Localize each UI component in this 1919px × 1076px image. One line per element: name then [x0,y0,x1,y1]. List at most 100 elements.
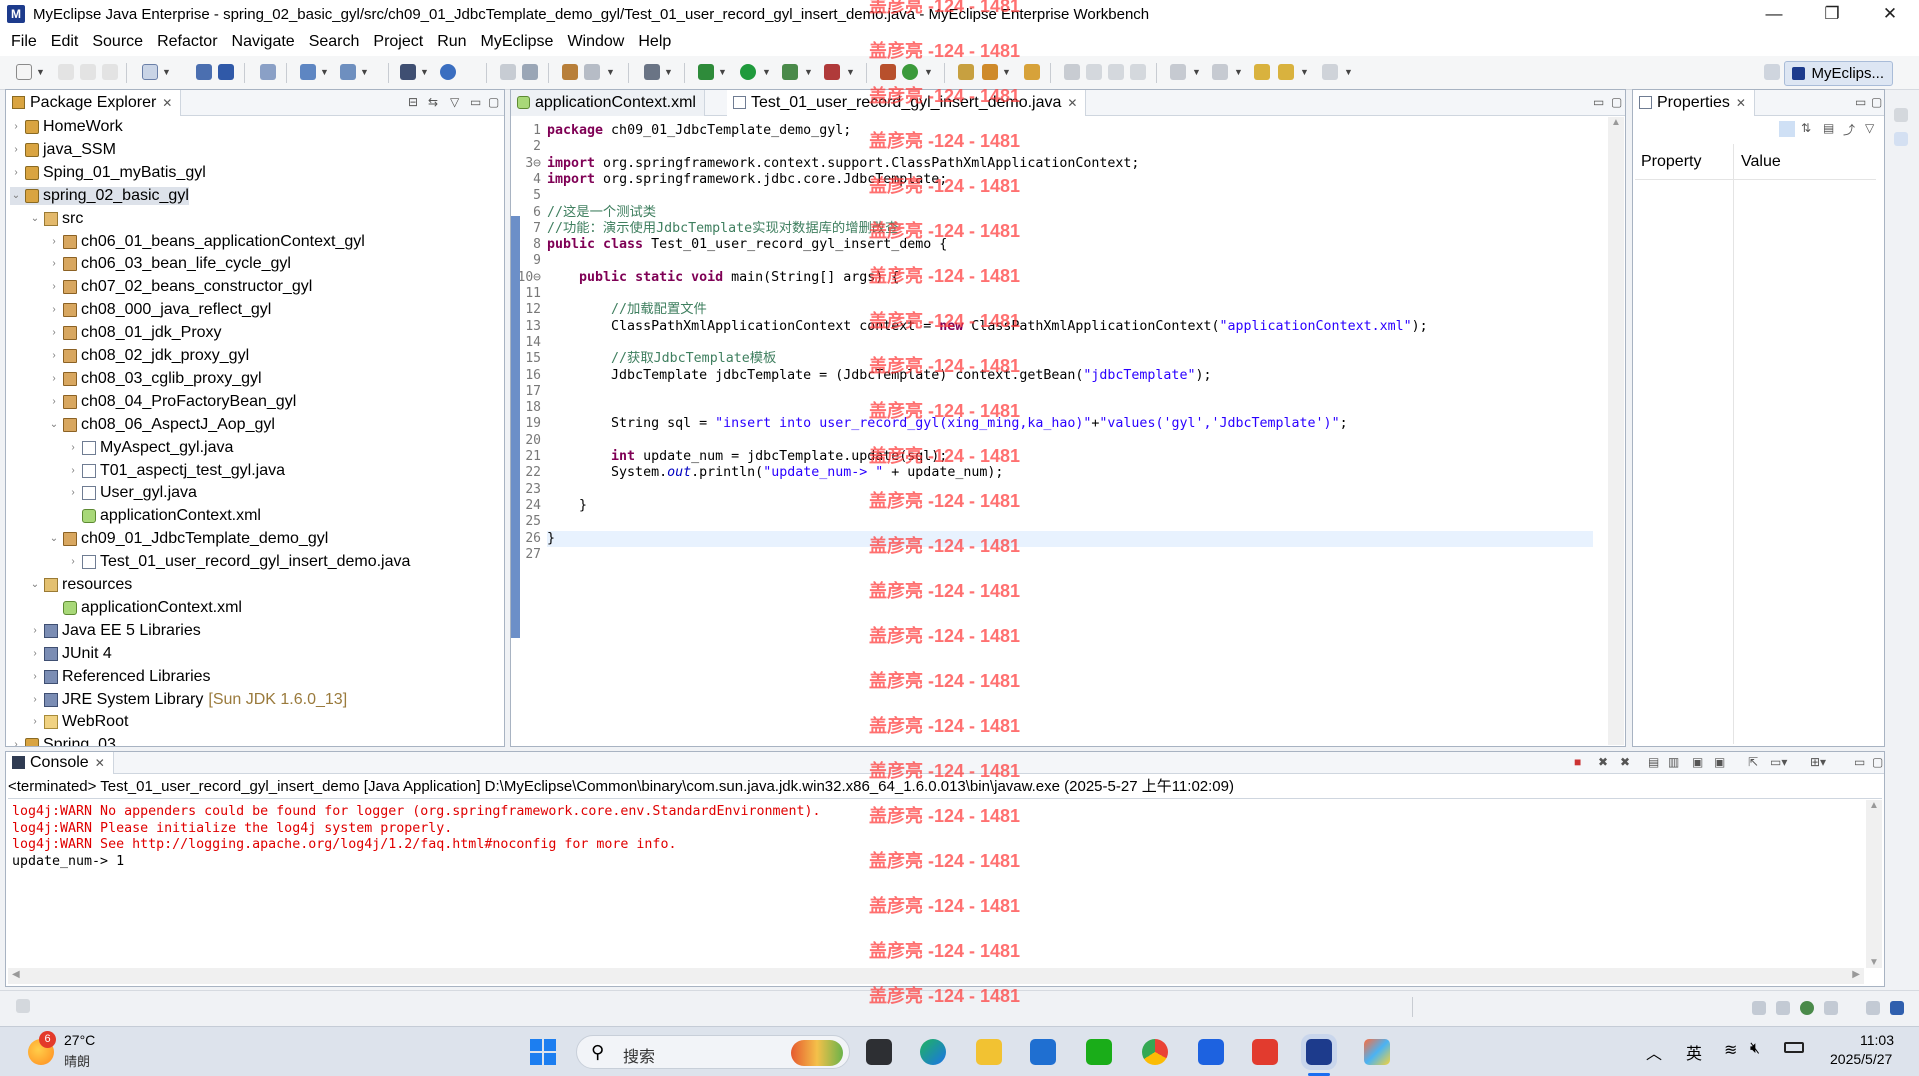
forward-icon[interactable] [1322,64,1338,80]
tree-item[interactable]: ⌄ spring_02_basic_gyl [10,186,189,205]
close-icon[interactable]: ✕ [95,756,105,770]
expand-toggle-icon[interactable]: › [29,622,41,640]
tree-item[interactable]: › ch07_02_beans_constructor_gyl [48,278,312,296]
expand-toggle-icon[interactable]: ⌄ [48,530,60,548]
categories-icon[interactable] [1779,121,1795,137]
microsoft-store-icon[interactable] [1030,1039,1056,1065]
expand-toggle-icon[interactable]: › [48,393,60,411]
expand-toggle-icon[interactable]: › [29,691,41,709]
outline-icon[interactable] [1894,132,1908,146]
editor-vertical-scrollbar[interactable]: ▲ [1608,117,1624,745]
properties-dropdown-icon[interactable]: ▼ [606,67,615,77]
new-icon[interactable] [16,64,32,80]
back-icon[interactable] [1278,64,1294,80]
print-icon[interactable] [102,64,118,80]
display-console-icon[interactable]: ▭▾ [1770,755,1787,769]
tree-item[interactable]: › ch08_02_jdk_proxy_gyl [48,347,249,365]
tree-item[interactable]: › WebRoot [29,713,128,731]
expand-toggle-icon[interactable]: › [48,255,60,273]
tree-item[interactable]: ⌄ src [29,210,84,228]
restore-icon[interactable] [1894,108,1908,122]
run-icon[interactable] [740,64,756,80]
menu-search[interactable]: Search [302,33,367,51]
tree-item[interactable]: › MyAspect_gyl.java [67,439,233,457]
status-tool-5-icon[interactable] [1866,1001,1880,1015]
debug-icon[interactable] [698,64,714,80]
menu-file[interactable]: File [4,33,44,51]
show-hidden-icons-icon[interactable]: ︿ [1646,1040,1662,1064]
maximize-view-icon[interactable]: ▢ [1871,95,1882,109]
tab-applicationcontext-xml[interactable]: applicationContext.xml [511,90,705,116]
save-icon[interactable] [58,64,74,80]
code-line[interactable]: //获取JdbcTemplate模板 [547,351,776,367]
chrome-icon[interactable] [1142,1039,1168,1065]
connect-icon[interactable] [400,64,416,80]
show-stderr-icon[interactable]: ▣ [1714,755,1725,769]
new-dropdown-icon[interactable]: ▼ [36,67,45,77]
deploy-icon[interactable] [300,64,316,80]
status-tool-2-icon[interactable] [1776,1001,1790,1015]
task-view-icon[interactable] [866,1039,892,1065]
block-select-icon[interactable] [1108,64,1124,80]
menu-source[interactable]: Source [85,33,150,51]
coverage-icon[interactable] [782,64,798,80]
task-icon[interactable] [1024,64,1040,80]
maximize-view-icon[interactable]: ▢ [488,95,499,109]
clock-date[interactable]: 2025/5/27 [1830,1051,1892,1067]
console-horizontal-scrollbar[interactable]: ◀ ▶ [8,968,1864,984]
maximize-button[interactable]: ❐ [1803,0,1861,28]
close-icon[interactable]: ✕ [1067,96,1077,110]
minimize-view-icon[interactable]: ▭ [1855,95,1866,109]
tree-item[interactable]: › Java EE 5 Libraries [29,622,200,640]
expand-toggle-icon[interactable]: ⌄ [48,416,60,434]
expand-toggle-icon[interactable]: › [48,278,60,296]
open-perspective-icon[interactable] [1764,64,1780,80]
ime-indicator[interactable]: 英 [1686,1040,1702,1064]
show-whitespace-icon[interactable] [1130,64,1146,80]
run-server-icon[interactable] [340,64,356,80]
expand-toggle-icon[interactable]: › [48,347,60,365]
tree-item[interactable]: › java_SSM [10,141,116,159]
expand-toggle-icon[interactable]: › [48,370,60,388]
prev-annotation-icon[interactable] [1212,64,1228,80]
status-tool-1-icon[interactable] [1752,1001,1766,1015]
expand-toggle-icon[interactable]: ⌄ [29,576,41,594]
external-tools-icon[interactable] [824,64,840,80]
tree-item[interactable]: ⌄ ch09_01_JdbcTemplate_demo_gyl [48,530,328,548]
properties-tool-icon[interactable] [584,64,600,80]
tree-item[interactable]: › ch08_03_cglib_proxy_gyl [48,370,261,388]
new-package-icon[interactable] [562,64,578,80]
sync-icon[interactable] [522,64,538,80]
expand-toggle-icon[interactable]: › [10,118,22,136]
tree-item[interactable]: › Spring_03_... [10,736,138,746]
code-line[interactable]: //这是一个测试类 [547,205,656,221]
open-type-icon[interactable] [196,64,212,80]
wechat-icon[interactable] [1086,1039,1112,1065]
tree-item[interactable]: › ch08_000_java_reflect_gyl [48,301,271,319]
fast-view-icon[interactable] [16,999,30,1013]
file-explorer-icon[interactable] [976,1039,1002,1065]
maximize-view-icon[interactable]: ▢ [1611,95,1622,109]
tree-item[interactable]: › ch06_01_beans_applicationContext_gyl [48,233,364,251]
perspective-myeclipse[interactable]: MyEclips... [1784,61,1893,86]
maximize-view-icon[interactable]: ▢ [1872,755,1883,769]
browser-icon[interactable] [440,64,456,80]
open-resource-icon[interactable] [218,64,234,80]
code-line[interactable]: public static void main(String[] args) { [547,270,899,286]
debug-dropdown-icon[interactable]: ▼ [718,67,727,77]
run-server-dropdown-icon[interactable]: ▼ [360,67,369,77]
menu-refactor[interactable]: Refactor [150,33,224,51]
tree-item[interactable]: › User_gyl.java [67,484,197,502]
menu-run[interactable]: Run [430,33,473,51]
new-wizard-icon[interactable] [142,64,158,80]
wifi-icon[interactable]: ≋ [1724,1040,1737,1060]
minimize-button[interactable]: — [1745,0,1803,28]
minimize-view-icon[interactable]: ▭ [1593,95,1604,109]
toggle-mark-icon[interactable] [1064,64,1080,80]
expand-toggle-icon[interactable]: › [67,462,79,480]
taskbar-search-box[interactable]: ⚲ 搜索 [576,1035,850,1069]
tree-item[interactable]: applicationContext.xml [48,599,242,617]
tab-test-java[interactable]: Test_01_user_record_gyl_insert_demo.java… [727,90,1087,116]
code-line[interactable]: package ch09_01_JdbcTemplate_demo_gyl; [547,123,851,139]
expand-toggle-icon[interactable]: › [29,713,41,731]
